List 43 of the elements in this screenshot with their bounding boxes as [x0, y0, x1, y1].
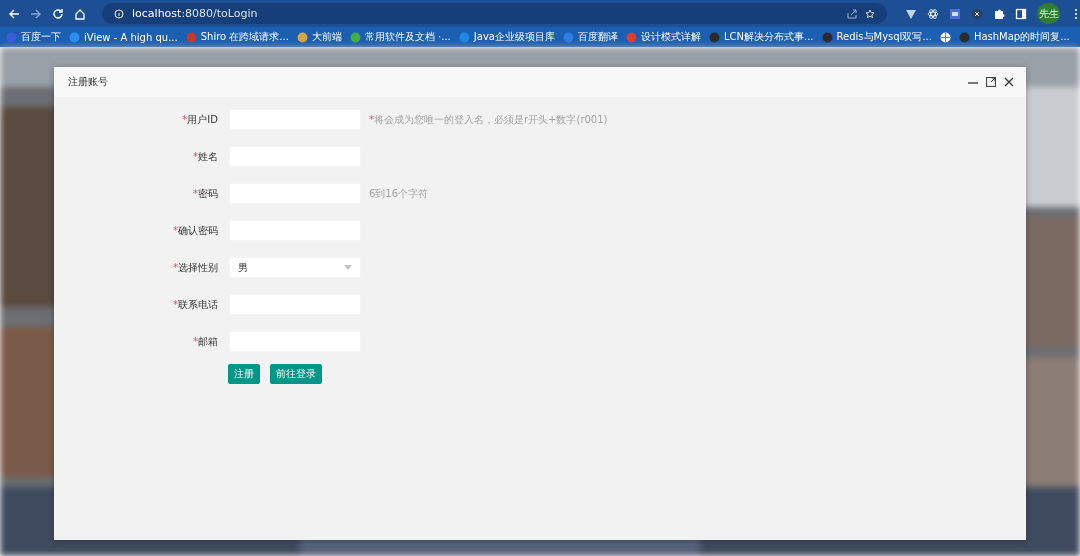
- field-label: *用户ID: [181, 112, 218, 127]
- bookmark[interactable]: 大前端: [296, 30, 342, 44]
- atom-icon[interactable]: [927, 7, 939, 20]
- bookmark[interactable]: 设计模式详解: [625, 30, 701, 44]
- form-button[interactable]: 前往登录: [270, 364, 322, 384]
- bookmark[interactable]: 常用软件及文档 ·...: [349, 30, 451, 44]
- maximize-icon[interactable]: [986, 77, 996, 87]
- back-icon[interactable]: [8, 7, 20, 20]
- extension-square-icon[interactable]: [949, 7, 961, 20]
- bookmark[interactable]: HashMap的时间复...: [958, 30, 1070, 44]
- puzzle-icon[interactable]: [993, 7, 1005, 20]
- address-bar[interactable]: localhost:8080/toLogin: [102, 3, 887, 24]
- bookmark[interactable]: 百度翻译: [562, 30, 618, 44]
- field-hint: 6到16个字符: [369, 186, 429, 201]
- bookmark-globe-icon[interactable]: [939, 31, 951, 43]
- url-text: localhost:8080/toLogin: [132, 7, 258, 20]
- field-label: *确认密码: [172, 223, 218, 238]
- close-circle-icon[interactable]: [971, 7, 983, 20]
- bookmark[interactable]: iView - A high qu...: [69, 31, 178, 43]
- dialog-title: 注册账号: [68, 75, 108, 89]
- info-icon[interactable]: [114, 8, 124, 19]
- forward-icon[interactable]: [30, 7, 42, 20]
- profile-avatar[interactable]: 先生: [1037, 3, 1060, 24]
- star-icon[interactable]: [865, 8, 875, 19]
- caret-icon: [344, 265, 352, 270]
- field-label: *联系电话: [172, 297, 218, 312]
- share-icon[interactable]: [847, 8, 857, 19]
- field-label: *密码: [192, 186, 218, 201]
- v-logo-icon[interactable]: [905, 7, 917, 20]
- bookmark[interactable]: Java企业级项目库: [458, 30, 555, 44]
- gender-select[interactable]: 男: [229, 257, 361, 278]
- bookmark[interactable]: LCN解决分布式事...: [708, 30, 814, 44]
- close-icon[interactable]: [1004, 77, 1014, 87]
- bookmark[interactable]: 百度一下: [6, 30, 61, 44]
- form-button[interactable]: 注册: [228, 364, 260, 384]
- field-label: *姓名: [192, 149, 218, 164]
- reload-icon[interactable]: [52, 7, 64, 20]
- bookmark[interactable]: Shiro 在跨域请求...: [185, 30, 289, 44]
- home-icon[interactable]: [74, 7, 86, 20]
- side-panel-icon[interactable]: [1015, 7, 1027, 20]
- field-label: *邮箱: [192, 334, 218, 349]
- field-label: *选择性别: [172, 260, 218, 275]
- bookmark[interactable]: Redis与Mysql双写...: [821, 30, 932, 44]
